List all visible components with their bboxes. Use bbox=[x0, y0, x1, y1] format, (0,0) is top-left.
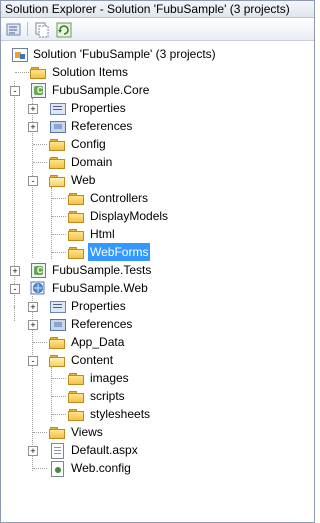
title-bar[interactable]: Solution Explorer - Solution 'FubuSample… bbox=[1, 1, 314, 18]
refresh-icon bbox=[56, 22, 72, 38]
config-file-icon bbox=[49, 460, 65, 477]
tree-line bbox=[52, 252, 66, 253]
tree-line bbox=[52, 234, 66, 235]
properties-icon bbox=[6, 23, 21, 36]
tree-line bbox=[14, 305, 15, 321]
show-all-files-button[interactable] bbox=[33, 21, 51, 39]
folder-icon bbox=[49, 334, 65, 350]
refresh-button[interactable] bbox=[55, 21, 73, 39]
folder-icon bbox=[68, 226, 84, 242]
folder-icon bbox=[68, 208, 84, 224]
folder-icon bbox=[68, 388, 84, 404]
properties-button[interactable] bbox=[5, 21, 23, 39]
toolbar-separator bbox=[27, 22, 28, 36]
expander-content[interactable]: - bbox=[28, 356, 38, 366]
solution-tree: Solution 'FubuSample' (3 projects) Solut… bbox=[1, 41, 314, 521]
expander-default-aspx[interactable]: + bbox=[28, 446, 38, 456]
folder-icon bbox=[30, 64, 46, 80]
expander-web[interactable]: - bbox=[28, 176, 38, 186]
folder-open-icon bbox=[49, 172, 65, 188]
folder-icon bbox=[49, 136, 65, 152]
tree-line bbox=[52, 414, 66, 415]
aspx-file-icon bbox=[49, 442, 65, 459]
folder-icon bbox=[49, 154, 65, 170]
tree-line bbox=[33, 162, 47, 163]
tree-line bbox=[52, 198, 66, 199]
folder-icon bbox=[49, 424, 65, 440]
tree-line bbox=[52, 396, 66, 397]
toolbar bbox=[1, 18, 314, 41]
expander-fubusample-web[interactable]: - bbox=[10, 284, 20, 294]
properties-icon bbox=[49, 100, 66, 116]
expander-references[interactable]: + bbox=[28, 122, 38, 132]
window-title: Solution Explorer - Solution 'FubuSample… bbox=[5, 2, 290, 16]
references-icon bbox=[49, 118, 66, 134]
web-project-icon bbox=[30, 280, 46, 296]
expander-web-references[interactable]: + bbox=[28, 320, 38, 330]
tree-line bbox=[52, 216, 66, 217]
tree-line bbox=[15, 72, 29, 73]
tree-line bbox=[33, 432, 47, 433]
expander-fubusample-tests[interactable]: + bbox=[10, 266, 20, 276]
expander-web-properties[interactable]: + bbox=[28, 302, 38, 312]
folder-icon bbox=[68, 190, 84, 206]
folder-icon bbox=[68, 406, 84, 422]
solution-icon bbox=[11, 46, 28, 62]
expander-fubusample-core[interactable]: - bbox=[10, 86, 20, 96]
expander-properties[interactable]: + bbox=[28, 104, 38, 114]
csharp-project-icon: C bbox=[30, 82, 46, 98]
folder-icon bbox=[68, 244, 84, 260]
tree-line bbox=[33, 342, 47, 343]
show-all-files-icon bbox=[35, 22, 49, 38]
tree-line bbox=[33, 468, 47, 469]
solution-explorer-window: Solution Explorer - Solution 'FubuSample… bbox=[0, 0, 315, 523]
tree-line bbox=[51, 367, 52, 421]
tree-line bbox=[33, 144, 47, 145]
properties-icon bbox=[49, 298, 66, 314]
csharp-project-icon: C bbox=[30, 262, 46, 278]
tree-line bbox=[52, 378, 66, 379]
folder-open-icon bbox=[49, 352, 65, 368]
references-icon bbox=[49, 316, 66, 332]
folder-icon bbox=[68, 370, 84, 386]
